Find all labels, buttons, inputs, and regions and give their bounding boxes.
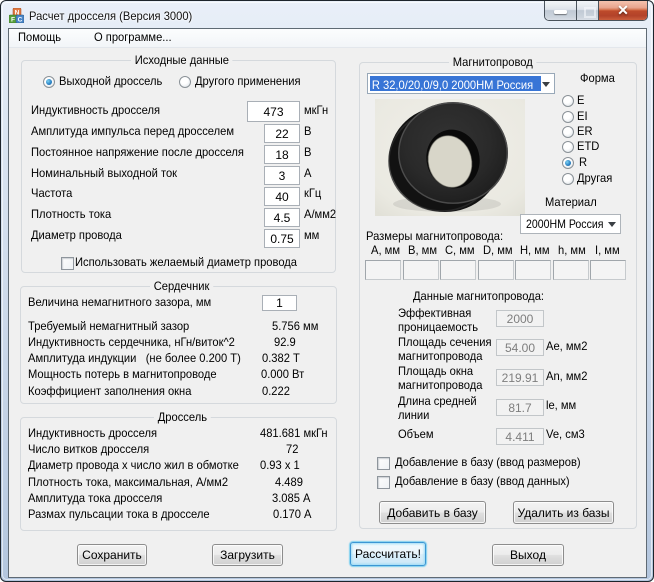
svg-text:F: F: [11, 17, 15, 23]
svg-text:C: C: [18, 17, 23, 23]
